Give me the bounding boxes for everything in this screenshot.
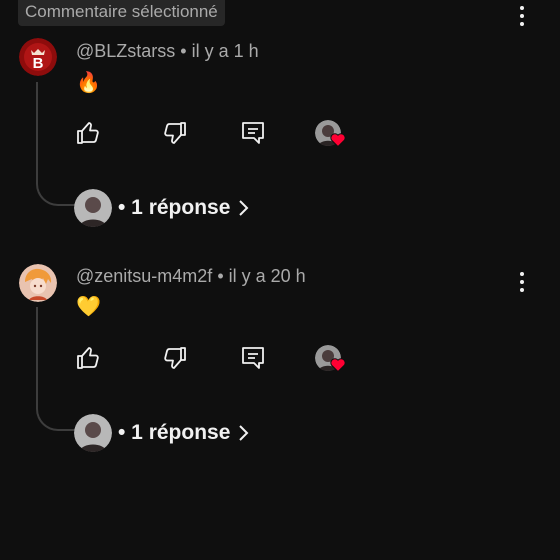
- comment-time: • il y a 1 h: [175, 41, 259, 61]
- comment-author[interactable]: @zenitsu-m4m2f • il y a 20 h: [76, 266, 306, 287]
- avatar[interactable]: B: [19, 38, 57, 76]
- replies-button[interactable]: • 1 réponse: [74, 413, 250, 453]
- replies-button[interactable]: • 1 réponse: [74, 188, 250, 228]
- comment-author[interactable]: @BLZstarss • il y a 1 h: [76, 41, 259, 62]
- reply-icon[interactable]: [240, 345, 266, 371]
- replies-count: • 1 réponse: [118, 421, 231, 444]
- reply-avatar: [74, 189, 112, 227]
- more-options-icon[interactable]: [510, 268, 534, 296]
- more-options-icon[interactable]: [510, 2, 534, 30]
- creator-heart-icon[interactable]: [315, 120, 349, 154]
- like-icon[interactable]: [75, 120, 101, 146]
- avatar[interactable]: [19, 264, 57, 302]
- dislike-icon[interactable]: [162, 120, 188, 146]
- dislike-icon[interactable]: [162, 345, 188, 371]
- thread-line: [36, 307, 76, 431]
- reply-icon[interactable]: [240, 120, 266, 146]
- author-name[interactable]: @zenitsu-m4m2f: [76, 266, 212, 286]
- like-icon[interactable]: [75, 345, 101, 371]
- comment-text: 🔥: [76, 72, 101, 94]
- comment-text: 💛: [76, 296, 101, 318]
- chevron-right-icon: [239, 200, 249, 216]
- creator-heart-icon[interactable]: [315, 345, 349, 379]
- selected-comment-badge: Commentaire sélectionné: [18, 0, 225, 26]
- thread-line: [36, 82, 76, 206]
- replies-count: • 1 réponse: [118, 196, 231, 219]
- comment-time: • il y a 20 h: [212, 266, 306, 286]
- author-name[interactable]: @BLZstarss: [76, 41, 175, 61]
- reply-avatar: [74, 414, 112, 452]
- svg-text:B: B: [33, 55, 44, 72]
- chevron-right-icon: [239, 425, 249, 441]
